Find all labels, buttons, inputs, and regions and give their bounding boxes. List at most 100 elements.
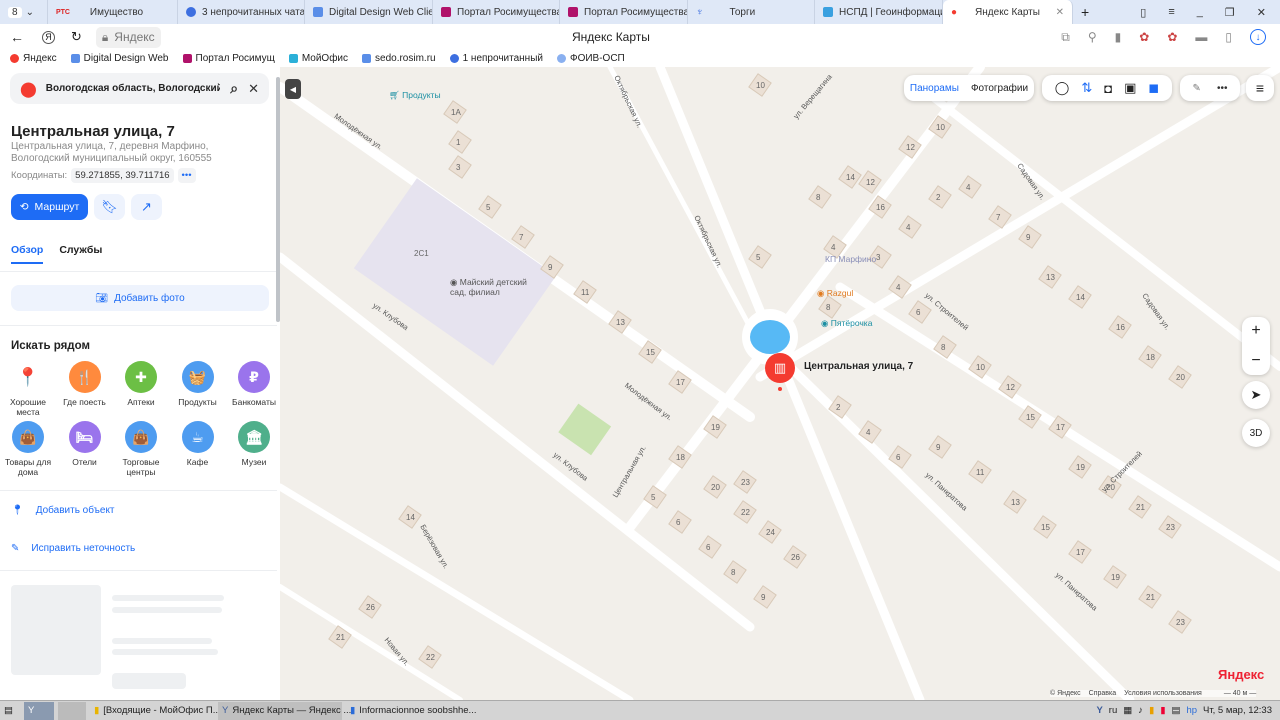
tab-counter[interactable]: 8 ⌄ [0,0,48,24]
notification-icon[interactable]: ▮ [1160,705,1165,716]
panoramas-button[interactable]: Панорамы [910,83,959,94]
traffic-icon[interactable]: ⇅ [1081,80,1092,96]
tab-imushchestvo[interactable]: РТС Имущество [48,0,178,24]
category-1[interactable]: 🍴 Где поесть [57,361,113,407]
keyboard-layout[interactable]: ru [1109,705,1117,716]
bookmark-myoffice[interactable]: МойОфис [288,53,348,64]
zoom-out-button[interactable]: − [1251,352,1260,370]
reload-icon[interactable]: ↻ [71,29,82,45]
tab-overview[interactable]: Обзор [11,244,44,264]
add-photo-button[interactable]: 📷︎ Добавить фото [11,285,269,311]
zoom-in-button[interactable]: + [1251,322,1260,340]
taskbar-item-doc[interactable]: ▮ Informacionnoe soobshhe... [346,702,476,720]
category-0[interactable]: 📍 Хорошие места [0,361,56,417]
collapse-panel-button[interactable]: ◀ [285,79,301,99]
menu-button[interactable]: ≡ [1246,75,1274,101]
menu-icon[interactable]: ≡ [1168,6,1174,19]
sidebar-icon[interactable]: ▯ [1225,30,1232,44]
url-field[interactable]: 🔒︎ Яндекс [95,26,161,48]
hp-icon[interactable]: hp [1186,705,1197,716]
route-button[interactable]: ⟲ Маршрут [11,194,88,220]
tab-digital-design[interactable]: Digital Design Web Client [305,0,433,24]
geolocation-button[interactable]: ➤ [1242,381,1270,409]
tab-torgi[interactable]: ♆ Торги [688,0,815,24]
start-yandex-icon[interactable]: Y [24,701,54,720]
extension-icon[interactable]: ✿ [1139,30,1149,44]
restore-icon[interactable]: ❐ [1225,6,1235,19]
tray-icon[interactable]: ▦ [1123,705,1132,716]
search-icon[interactable]: ⌕ [230,80,238,97]
collections-icon[interactable]: ▯ [1140,6,1146,19]
category-4[interactable]: ₽ Банкоматы [226,361,280,407]
poi-pyaterochka[interactable]: ◉ Пятёрочка [821,318,872,329]
more-icon[interactable]: ••• [177,168,196,183]
category-6[interactable]: 🛏 Отели [57,421,113,467]
back-icon[interactable]: ← [10,29,24,45]
minimize-icon[interactable]: _ [1197,6,1203,19]
help-link[interactable]: Справка [1089,690,1116,697]
circle-layer-icon[interactable]: ◯ [1055,80,1070,96]
clock[interactable]: Чт, 5 мар, 12:33 [1203,705,1272,716]
tab-rosim-1[interactable]: Портал Росимущества [433,0,560,24]
tab-yandex-maps[interactable]: ● Яндекс Карты ✕ [943,0,1073,24]
category-9[interactable]: 🏛 Музеи [226,421,280,467]
volume-icon[interactable]: ♪ [1138,705,1143,716]
bookmark-sedo[interactable]: sedo.rosim.ru [362,53,436,64]
translate-icon[interactable]: ⧉ [1061,30,1070,45]
tab-rosim-2[interactable]: Портал Росимущества [560,0,688,24]
tab-services[interactable]: Службы [59,244,102,264]
bookmark-digital-design[interactable]: Digital Design Web [70,53,169,64]
bookmark-icon[interactable]: ▮ [1115,30,1122,44]
3d-button[interactable]: 3D [1242,419,1270,447]
terms-link[interactable]: Условия использования [1124,690,1202,697]
map-canvas[interactable]: 3 5 7 9 11 13 15 17 19 18 20 23 22 24 26 5 6 6 8 9 8 4 3 4 2 4 4 6 8… [280,67,1280,700]
category-5[interactable]: 👜 Товары для дома [0,421,56,477]
tab-nspd[interactable]: НСПД | Геоинформационная [815,0,943,24]
bookmark-yandex[interactable]: Яндекс [10,53,57,64]
download-icon[interactable]: ↓ [1250,29,1266,45]
close-tab-icon[interactable]: ✕ [1056,7,1064,18]
bookmark-rosim[interactable]: Портал Росимущ [182,53,275,64]
category-icon: 👜 [12,421,44,453]
coordinates-value[interactable]: 59.271855, 39.711716 [71,168,174,183]
photos-button[interactable]: Фотографии [971,83,1028,94]
location-icon[interactable]: ⚲ [1088,30,1097,44]
tab-chats[interactable]: 3 непрочитанных чата [178,0,305,24]
close-window-icon[interactable]: ✕ [1257,6,1266,19]
lock-tray-icon[interactable]: ▮ [1149,705,1154,716]
close-icon[interactable]: ✕ [248,81,259,97]
more-icon[interactable]: ••• [1217,83,1228,94]
taskbar-item-yandex-maps[interactable]: Y Яндекс Карты — Яндекс ... [218,701,351,720]
bookmark-button[interactable]: 🔖︎ [94,194,125,220]
poi-produkty[interactable]: 🛒︎ Продукты [389,90,441,101]
category-3[interactable]: 🧺 Продукты [170,361,226,407]
yandex-logo: Яндекс [1218,667,1265,682]
layers-icon[interactable]: ◼ [1148,80,1159,96]
category-7[interactable]: 👜 Торговые центры [113,421,169,477]
search-input[interactable]: ⬤ Вологодская область, Вологодский р ⌕ ✕ [10,73,269,104]
bookmark-chat[interactable]: 1 непрочитанный [449,53,543,64]
extension-icon[interactable]: ✿ [1167,30,1177,44]
yandex-tray-icon[interactable]: Y [1096,705,1102,716]
fix-error-link[interactable]: ✎ Исправить неточность [11,543,135,554]
share-button[interactable]: ↗ [131,194,162,220]
poi-kindergarten[interactable]: ◉ Майский детский сад, филиал [450,277,540,297]
poi-kp-marfino[interactable]: КП Марфино [825,254,876,264]
category-icon: ₽ [238,361,270,393]
bookmark-foiv[interactable]: ФОИВ-ОСП [556,53,625,64]
new-tab-button[interactable]: + [1081,4,1089,20]
bus-icon[interactable]: ▣ [1124,80,1136,96]
poi-razgul[interactable]: ◉ Razgul [817,288,853,299]
category-8[interactable]: ☕ Кафе [170,421,226,467]
add-object-link[interactable]: 📍︎ Добавить объект [11,505,115,516]
tray-icon[interactable]: ▤ [1171,705,1180,716]
extension-icon[interactable]: ▬ [1195,30,1207,44]
taskbar-item-mail[interactable]: ▮ [Входящие - МойОфис П... [90,702,221,720]
yandex-icon[interactable]: Я [42,30,55,44]
camera-icon[interactable]: ◘ [1104,81,1112,96]
ruler-icon[interactable]: ✎ [1193,83,1201,94]
divider [0,325,277,326]
category-2[interactable]: ✚ Аптеки [113,361,169,407]
files-icon[interactable]: ▤ [0,702,20,720]
selected-place-marker[interactable]: ▥ [765,353,795,383]
